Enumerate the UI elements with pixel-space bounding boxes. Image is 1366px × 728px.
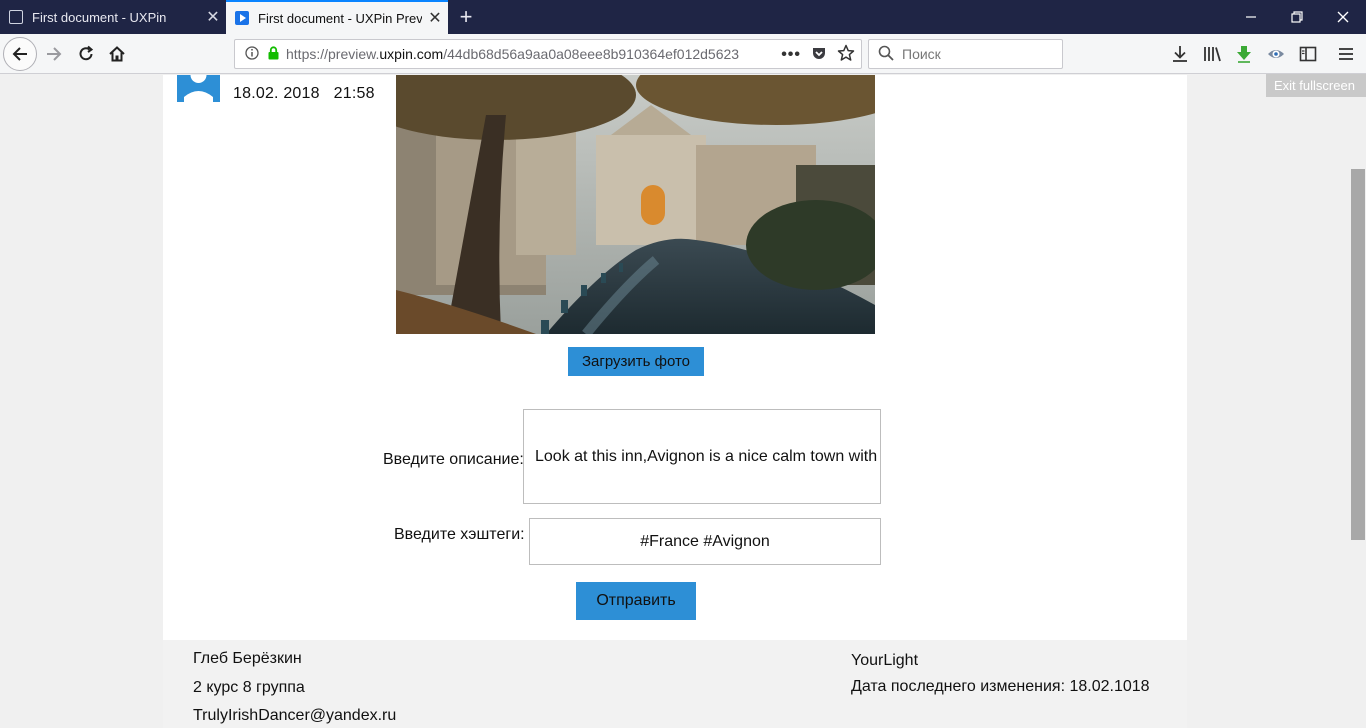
minimize-icon	[1246, 16, 1256, 18]
last-modified: Дата последнего изменения: 18.02.1018	[851, 678, 1150, 695]
url-domain: uxpin.com	[379, 46, 444, 62]
search-icon	[878, 45, 894, 64]
tab-first-document[interactable]: First document - UXPin ✕	[0, 0, 226, 34]
user-icon	[184, 75, 213, 102]
close-window-button[interactable]	[1320, 0, 1366, 34]
home-button[interactable]	[101, 38, 133, 70]
vertical-scrollbar[interactable]	[1350, 97, 1366, 728]
author-group: 2 курс 8 группа	[193, 679, 305, 696]
uxpin-preview-icon	[235, 11, 249, 25]
search-bar[interactable]	[868, 39, 1063, 69]
minimize-button[interactable]	[1228, 0, 1274, 34]
close-icon	[1337, 11, 1349, 23]
more-actions-icon[interactable]: •••	[781, 46, 801, 64]
restore-icon	[1291, 11, 1303, 23]
new-tab-button[interactable]: +	[452, 3, 480, 31]
info-icon[interactable]	[245, 45, 259, 63]
hashtags-input[interactable]: #France #Avignon	[529, 518, 881, 565]
close-tab-icon[interactable]: ✕	[200, 7, 226, 27]
author-name: Глеб Берёзкин	[193, 650, 302, 667]
arrow-left-icon	[12, 47, 27, 61]
post-datetime: 18.02. 2018 21:58	[233, 85, 375, 102]
description-textarea[interactable]: Look at this inn,Avignon is a nice calm …	[523, 409, 881, 504]
send-button[interactable]: Отправить	[576, 582, 696, 620]
post-photo	[396, 75, 875, 334]
search-input[interactable]	[902, 46, 1052, 62]
hashtags-label: Введите хэштеги:	[394, 526, 525, 543]
scrollbar-thumb[interactable]	[1351, 169, 1365, 540]
bookmark-star-icon[interactable]	[837, 44, 855, 65]
page-viewport: 18.02. 2018 21:58 Загрузить фото Введите…	[0, 75, 1350, 728]
arrow-right-icon	[47, 47, 62, 61]
sidebar-toggle-icon[interactable]	[1296, 42, 1320, 66]
restore-button[interactable]	[1274, 0, 1320, 34]
pocket-icon[interactable]	[811, 45, 827, 64]
post-card: 18.02. 2018 21:58 Загрузить фото Введите…	[163, 75, 1187, 640]
library-icon[interactable]	[1200, 42, 1224, 66]
extension-eye-icon[interactable]	[1264, 42, 1288, 66]
url-prefix: https://preview.	[286, 46, 380, 62]
url-path: /44db68d56a9aa0a08eee8b910364ef012d5623	[443, 46, 740, 62]
forward-button[interactable]	[38, 38, 70, 70]
tab-title: First document - UXPin	[32, 9, 167, 25]
home-icon	[109, 46, 125, 62]
close-tab-icon[interactable]: ✕	[422, 8, 448, 28]
reload-icon	[79, 45, 94, 61]
tab-title: First document - UXPin Preview	[258, 10, 422, 26]
page-icon	[9, 10, 23, 24]
description-label: Введите описание:	[383, 451, 524, 468]
author-email: TrulyIrishDancer@yandex.ru	[193, 707, 397, 724]
avatar	[177, 75, 220, 102]
downloads-icon[interactable]	[1168, 42, 1192, 66]
back-button[interactable]	[3, 37, 37, 71]
reload-button[interactable]	[70, 38, 102, 70]
url-text: https://preview.uxpin.com/44db68d56a9aa0…	[286, 46, 746, 62]
footer: Глеб Берёзкин 2 курс 8 группа TrulyIrish…	[163, 640, 1187, 728]
upload-photo-button[interactable]: Загрузить фото	[568, 347, 704, 376]
tab-preview[interactable]: First document - UXPin Preview ✕	[226, 0, 448, 34]
menu-icon[interactable]	[1334, 42, 1358, 66]
navigation-toolbar: https://preview.uxpin.com/44db68d56a9aa0…	[0, 34, 1366, 74]
exit-fullscreen-button[interactable]: Exit fullscreen	[1266, 74, 1366, 97]
lock-icon[interactable]	[267, 45, 280, 63]
address-bar[interactable]: https://preview.uxpin.com/44db68d56a9aa0…	[234, 39, 862, 69]
brand-name: YourLight	[851, 652, 919, 669]
extension-download-icon[interactable]	[1232, 42, 1256, 66]
tab-strip: First document - UXPin ✕ First document …	[0, 0, 1366, 34]
